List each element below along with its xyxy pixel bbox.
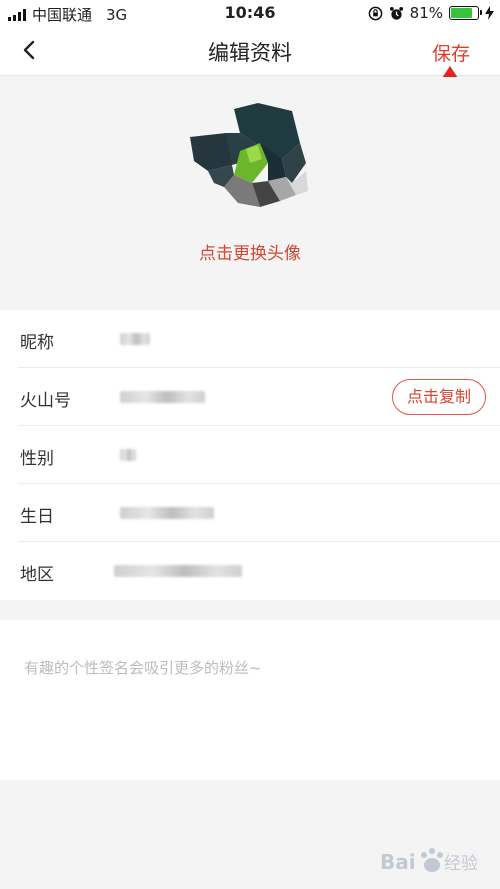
field-label: 昵称 bbox=[20, 333, 54, 353]
page-title: 编辑资料 bbox=[208, 41, 292, 65]
field-label: 地区 bbox=[20, 565, 54, 585]
field-label: 性别 bbox=[20, 449, 54, 469]
id-value-blurred bbox=[120, 391, 205, 403]
field-row-region[interactable]: 地区 bbox=[0, 542, 500, 600]
copy-button[interactable]: 点击复制 bbox=[391, 379, 486, 415]
change-avatar-link[interactable]: 点击更换头像 bbox=[0, 239, 500, 264]
field-label: 生日 bbox=[20, 507, 54, 527]
svg-text:Bai: Bai bbox=[380, 850, 416, 874]
field-row-birthday[interactable]: 生日 bbox=[0, 484, 500, 542]
field-row-nickname[interactable]: 昵称 bbox=[0, 310, 500, 368]
orientation-lock-icon bbox=[368, 6, 382, 20]
gender-value-blurred bbox=[120, 449, 136, 461]
battery-fill bbox=[451, 8, 473, 18]
nav-bar: 编辑资料 保存 bbox=[0, 26, 500, 76]
signature-section[interactable]: 有趣的个性签名会吸引更多的粉丝~ bbox=[0, 620, 500, 780]
watermark-logo: Bai 经验 bbox=[380, 848, 478, 874]
birthday-value-blurred bbox=[120, 507, 214, 519]
avatar-section: 点击更换头像 bbox=[0, 77, 500, 308]
battery-icon bbox=[449, 6, 482, 20]
signature-placeholder: 有趣的个性签名会吸引更多的粉丝~ bbox=[24, 659, 262, 677]
profile-fields: 昵称 火山号 点击复制 性别 生日 地区 bbox=[0, 310, 500, 600]
alarm-icon bbox=[389, 6, 403, 20]
field-label: 火山号 bbox=[20, 391, 71, 411]
status-bar: 中国联通 3G 10:46 81% bbox=[0, 0, 500, 26]
save-button[interactable]: 保存 bbox=[432, 39, 470, 66]
field-row-id: 火山号 点击复制 bbox=[0, 368, 500, 426]
status-right: 81% bbox=[368, 4, 494, 22]
battery-percent: 81% bbox=[409, 4, 443, 22]
svg-text:经验: 经验 bbox=[444, 854, 478, 874]
region-value-blurred bbox=[114, 565, 242, 577]
nickname-value-blurred bbox=[120, 333, 150, 345]
avatar[interactable] bbox=[188, 103, 312, 215]
field-row-gender[interactable]: 性别 bbox=[0, 426, 500, 484]
charging-icon bbox=[485, 6, 494, 20]
